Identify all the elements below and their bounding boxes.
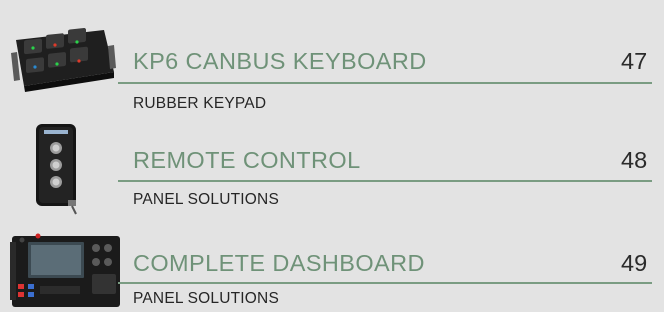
kp6-keyboard-image (8, 20, 118, 100)
entry-title: KP6 CANBUS KEYBOARD (133, 48, 427, 74)
remote-control-image (30, 120, 90, 215)
complete-dashboard-image (8, 230, 128, 307)
entry-page-number: 48 (621, 147, 648, 173)
catalog-entry-complete-dashboard[interactable]: COMPLETE DASHBOARD 49 PANEL SOLUTIONS (0, 210, 664, 307)
entry-page-number: 47 (621, 48, 648, 74)
entry-page-number: 49 (621, 250, 648, 276)
entry-subtitle: PANEL SOLUTIONS (133, 191, 279, 208)
catalog-index-page: { "entries": [ { "title": "KP6 CANBUS KE… (0, 0, 664, 307)
divider-line (118, 282, 652, 284)
catalog-entry-kp6-canbus-keyboard[interactable]: KP6 CANBUS KEYBOARD 47 RUBBER KEYPAD (0, 0, 664, 111)
entry-title: REMOTE CONTROL (133, 147, 361, 173)
entry-subtitle: PANEL SOLUTIONS (133, 290, 279, 307)
divider-line (118, 180, 652, 182)
divider-line (118, 82, 652, 84)
catalog-entry-remote-control[interactable]: REMOTE CONTROL 48 PANEL SOLUTIONS (0, 110, 664, 215)
entry-title: COMPLETE DASHBOARD (133, 250, 425, 276)
